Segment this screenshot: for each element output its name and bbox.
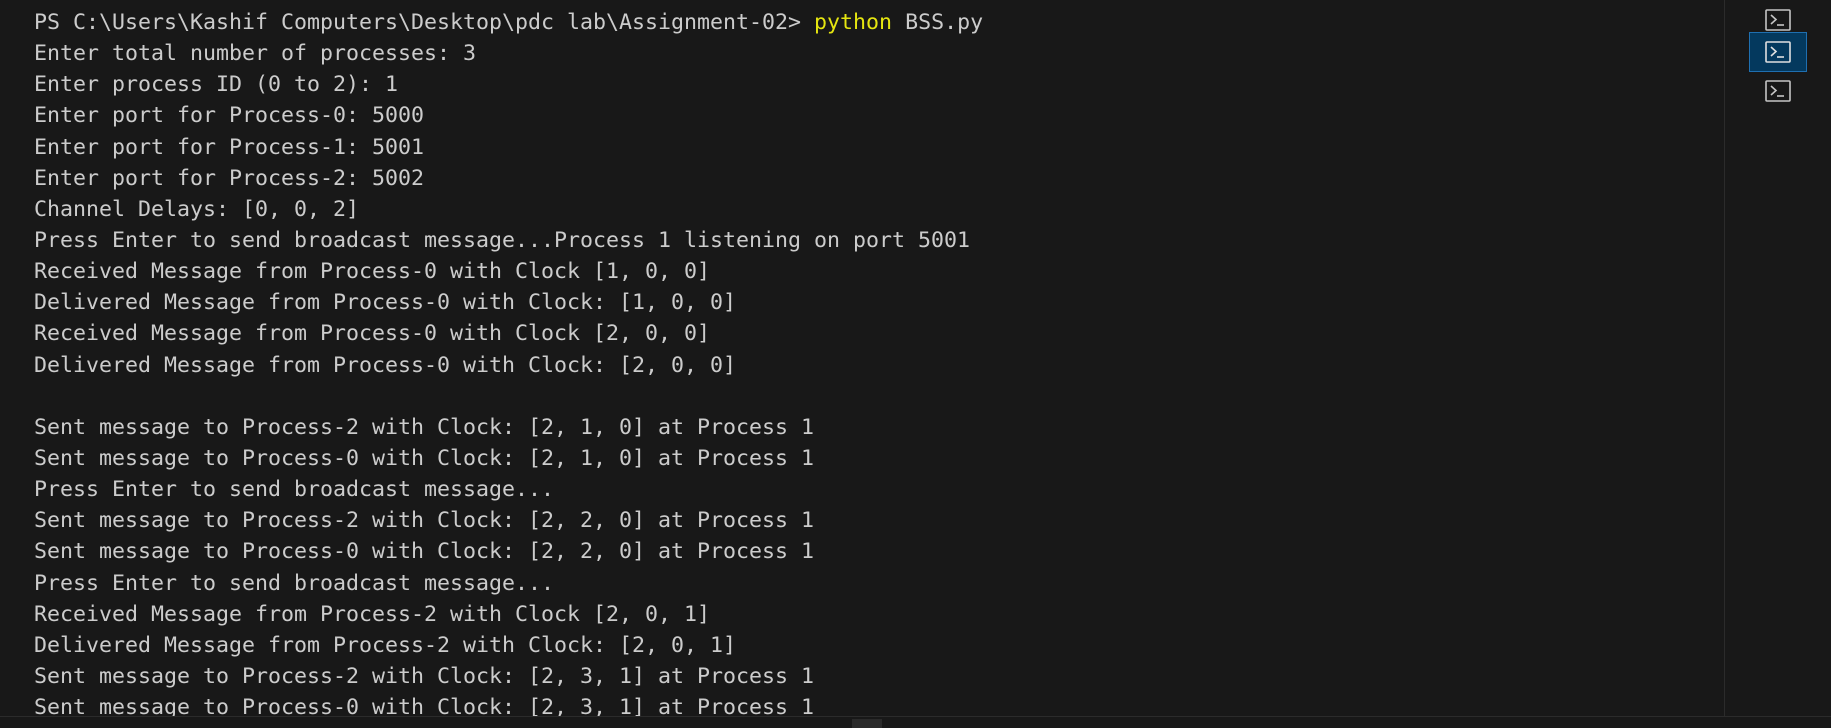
- prompt-command: python: [814, 10, 893, 35]
- terminal-line: Enter port for Process-2: 5002: [34, 165, 425, 191]
- terminal-line: Sent message to Process-2 with Clock: [2…: [34, 508, 815, 534]
- terminal-line: Press Enter to send broadcast message...…: [34, 227, 971, 253]
- terminal-line: Delivered Message from Process-2 with Cl…: [34, 632, 737, 658]
- powershell-terminal-icon: [1765, 80, 1791, 102]
- vscode-terminal-window: PS C:\Users\Kashif Computers\Desktop\pdc…: [0, 0, 1831, 728]
- terminal-output: PS C:\Users\Kashif Computers\Desktop\pdc…: [34, 7, 983, 716]
- terminal-line: Sent message to Process-2 with Clock: [2…: [34, 663, 815, 689]
- terminal-line: Enter total number of processes: 3: [34, 41, 477, 67]
- terminal-tab-3[interactable]: [1749, 71, 1807, 111]
- terminal-line: Delivered Message from Process-0 with Cl…: [34, 290, 737, 316]
- terminal-tabs-panel: [1725, 0, 1831, 716]
- terminal-line: Received Message from Process-0 with Clo…: [34, 259, 711, 285]
- terminal-line: Sent message to Process-0 with Clock: [2…: [34, 539, 815, 565]
- powershell-terminal-icon: [1765, 41, 1791, 63]
- terminal-line: Enter port for Process-0: 5000: [34, 103, 425, 129]
- terminal-line: Enter port for Process-1: 5001: [34, 134, 425, 160]
- prompt-args: BSS.py: [892, 10, 984, 35]
- terminal-line: Press Enter to send broadcast message...: [34, 570, 555, 596]
- status-bar: [0, 716, 1831, 728]
- terminal-line: Received Message from Process-0 with Clo…: [34, 321, 711, 347]
- terminal-line: Delivered Message from Process-0 with Cl…: [34, 352, 737, 378]
- terminal-line: Sent message to Process-0 with Clock: [2…: [34, 695, 815, 716]
- terminal-line: Channel Delays: [0, 0, 2]: [34, 196, 360, 222]
- powershell-terminal-icon: [1765, 9, 1791, 31]
- terminal-line: Press Enter to send broadcast message...: [34, 477, 555, 503]
- terminal-line: Sent message to Process-2 with Clock: [2…: [34, 414, 815, 440]
- terminal-panel[interactable]: PS C:\Users\Kashif Computers\Desktop\pdc…: [0, 0, 1724, 716]
- status-bar-item[interactable]: [852, 719, 882, 728]
- terminal-line: Sent message to Process-0 with Clock: [2…: [34, 445, 815, 471]
- terminal-line: Received Message from Process-2 with Clo…: [34, 601, 711, 627]
- prompt-path: PS C:\Users\Kashif Computers\Desktop\pdc…: [34, 10, 815, 35]
- terminal-tab-2[interactable]: [1749, 32, 1807, 72]
- terminal-prompt-line: PS C:\Users\Kashif Computers\Desktop\pdc…: [34, 7, 983, 38]
- terminal-line: Enter process ID (0 to 2): 1: [34, 72, 399, 98]
